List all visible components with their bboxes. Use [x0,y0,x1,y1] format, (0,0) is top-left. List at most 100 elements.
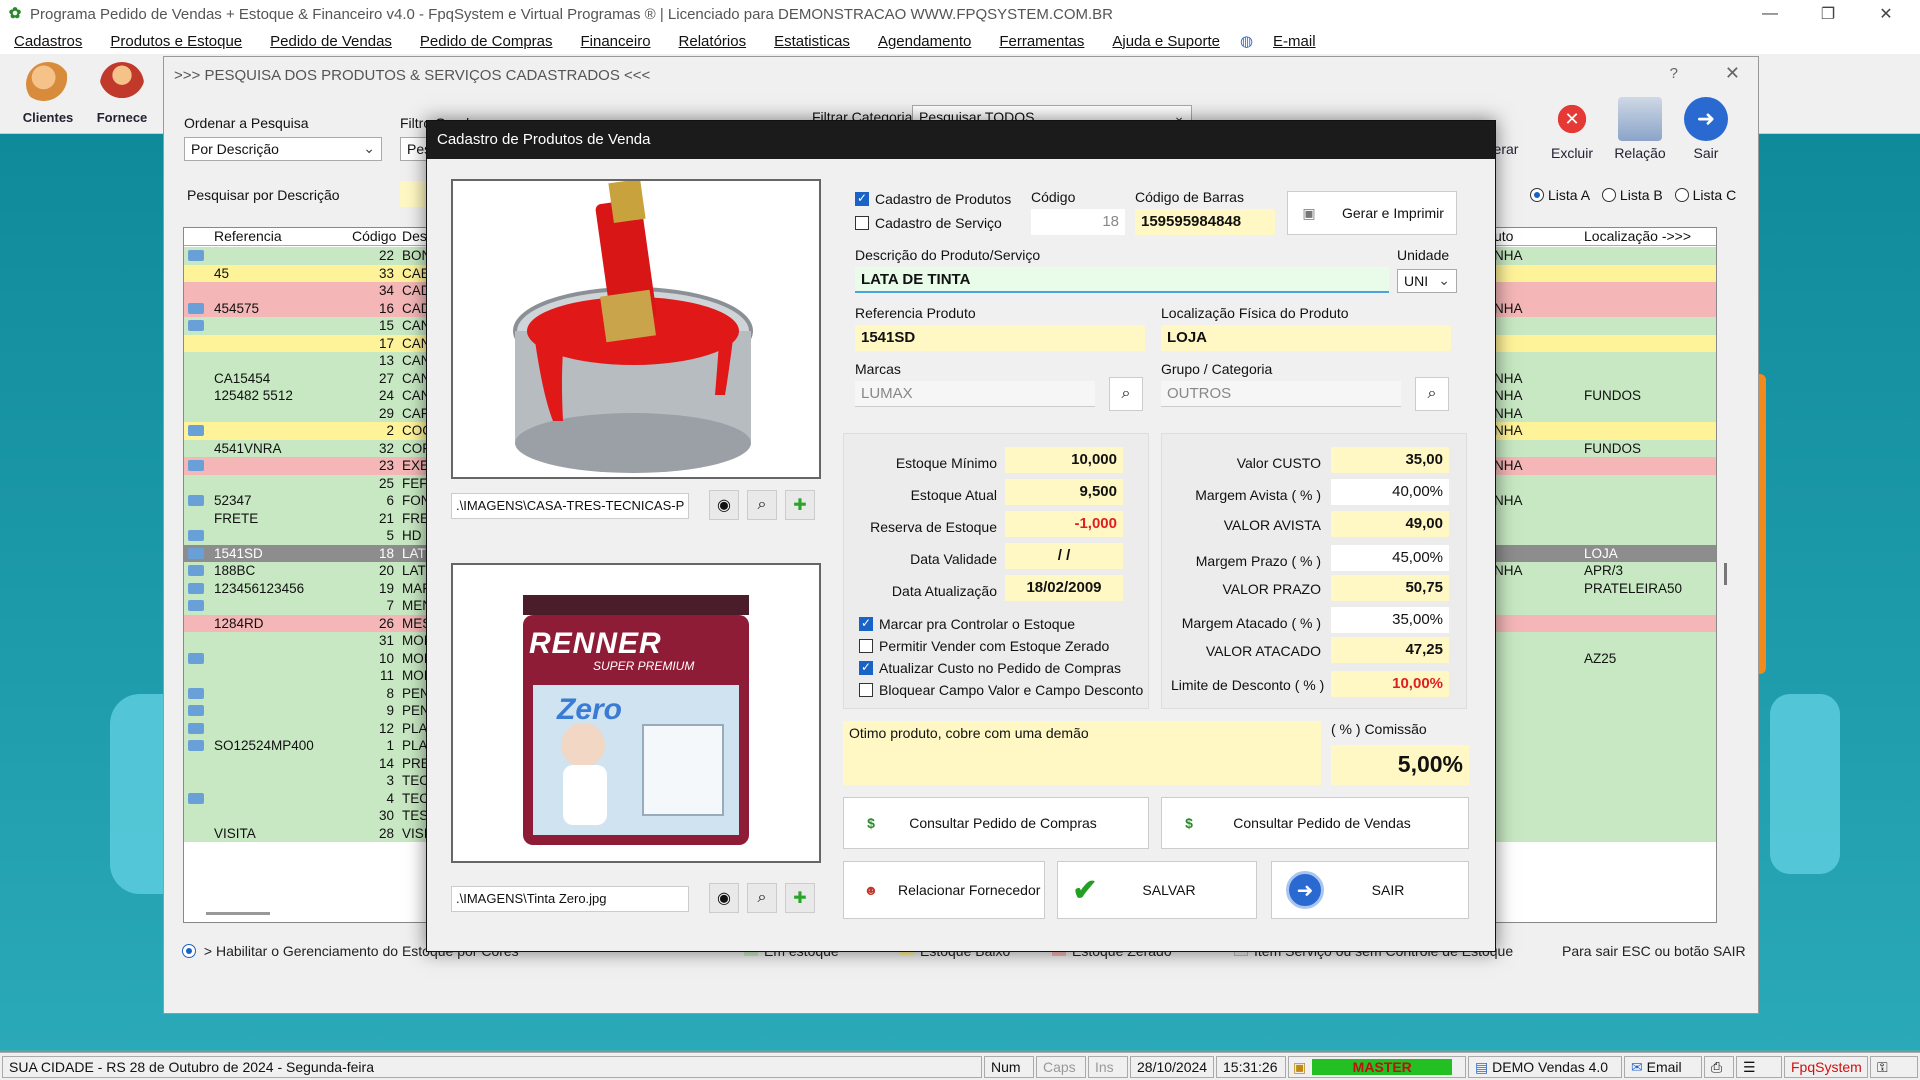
help-icon[interactable]: ? [1670,65,1678,82]
marcas-field[interactable]: LUMAX [855,381,1095,407]
close-button[interactable]: ✕ [1858,0,1914,28]
est-atual-field[interactable]: 9,500 [1005,479,1123,505]
menu-ferramentas[interactable]: Ferramentas [985,33,1098,50]
status-master: ▣ MASTER [1288,1056,1466,1078]
col-descricao[interactable]: Des [402,228,427,244]
custo-field[interactable]: 35,00 [1331,447,1449,473]
unidade-select[interactable]: UNI ⌄ [1397,269,1457,293]
cell-ref: 52347 [214,493,252,508]
cell-uni: NHA [1494,388,1523,403]
webcam-icon[interactable]: ◉ [709,490,739,520]
consultar-compras-button[interactable]: $ Consultar Pedido de Compras [843,797,1149,849]
excluir-button[interactable]: ✕ Excluir [1542,97,1602,161]
h-scrollbar[interactable] [206,912,270,915]
menu-pedido-compras[interactable]: Pedido de Compras [406,33,567,50]
menu-produtos[interactable]: Produtos e Estoque [96,33,256,50]
menu-agendamento[interactable]: Agendamento [864,33,985,50]
atualiz-field[interactable]: 18/02/2009 [1005,575,1123,601]
v-scrollbar-thumb[interactable] [1724,563,1727,585]
menu-financeiro[interactable]: Financeiro [567,33,665,50]
cell-cod: 25 [378,475,394,491]
cell-cod: 11 [379,668,394,683]
add-image-1-icon[interactable]: ✚ [785,490,815,520]
status-calc-icon[interactable]: ☰ [1736,1056,1782,1078]
codigo-field[interactable]: 18 [1031,209,1125,235]
barcode-field[interactable]: 159595984848 [1135,209,1275,235]
status-keys-icon[interactable]: ⚿ [1870,1056,1918,1078]
chk-vender-zerado[interactable]: Permitir Vender com Estoque Zerado [859,638,1109,654]
chk-bloquear-valor[interactable]: Bloquear Campo Valor e Campo Desconto [859,682,1143,698]
menu-cadastros[interactable]: Cadastros [0,33,96,50]
menu-relatorios[interactable]: Relatórios [665,33,761,50]
can-product-text: Zero [557,693,623,726]
cell-loc: PRATELEIRA50 [1584,580,1683,596]
clientes-button[interactable]: Clientes [18,62,78,125]
product-photo-icon [188,600,204,611]
minimize-button[interactable]: — [1742,0,1798,28]
status-print-icon[interactable]: ⎙ [1704,1056,1734,1078]
relacionar-fornecedor-button[interactable]: ☻ Relacionar Fornecedor [843,861,1045,919]
sair-button[interactable]: ➜ Sair [1676,97,1736,161]
product-register-dialog: Cadastro de Produtos de Venda .\IMAGENS\… [426,120,1496,952]
limite-desconto-field[interactable]: 10,00% [1331,671,1449,697]
chk-controlar-estoque[interactable]: Marcar pra Controlar o Estoque [859,616,1075,632]
col-unidade[interactable]: uto [1494,228,1513,244]
grupo-field[interactable]: OUTROS [1161,381,1401,407]
product-image-2[interactable]: RENNER SUPER PREMIUM Zero [451,563,821,863]
reserva-field[interactable]: -1,000 [1005,511,1123,537]
cell-loc: APR/3 [1584,563,1624,578]
margem-avista-field[interactable]: 40,00% [1331,479,1449,505]
status-email[interactable]: ✉ Email [1624,1056,1702,1078]
margem-prazo-field[interactable]: 45,00% [1331,545,1449,571]
desc-field[interactable]: LATA DE TINTA [855,267,1389,293]
lista-a-radio[interactable]: Lista A [1530,187,1590,203]
cell-ref: 4541VNRA [214,440,282,456]
product-image-1[interactable] [451,178,821,479]
valor-prazo-field[interactable]: 50,75 [1331,575,1449,601]
search-close-icon[interactable]: ✕ [1725,63,1740,84]
webcam-2-icon[interactable]: ◉ [709,883,739,913]
sair-dialog-button[interactable]: ➜ SAIR [1271,861,1469,919]
menu-estatisticas[interactable]: Estatisticas [760,33,864,50]
chk-atualizar-custo[interactable]: Atualizar Custo no Pedido de Compras [859,660,1121,676]
zoom-image-1-icon[interactable]: ⌕ [747,490,777,520]
image-2-path-input[interactable]: .\IMAGENS\Tinta Zero.jpg [451,886,689,912]
consultar-vendas-button[interactable]: $ Consultar Pedido de Vendas [1161,797,1469,849]
comissao-field[interactable]: 5,00% [1331,745,1469,785]
order-select[interactable]: Por Descrição ⌄ [184,137,382,161]
loc-field[interactable]: LOJA [1161,325,1451,351]
validade-field[interactable]: / / [1005,543,1123,569]
search-marcas-icon[interactable]: ⌕ [1109,377,1143,411]
zoom-image-2-icon[interactable]: ⌕ [747,883,777,913]
menu-ajuda[interactable]: Ajuda e Suporte [1098,33,1234,50]
gerar-imprimir-button[interactable]: ▣ Gerar e Imprimir [1287,191,1457,235]
menu-pedido-vendas[interactable]: Pedido de Vendas [256,33,406,50]
chk-cadastro-servico[interactable]: Cadastro de Serviço [855,215,1002,231]
menu-email[interactable]: E-mail [1259,33,1330,50]
ref-field[interactable]: 1541SD [855,325,1145,351]
relacao-button[interactable]: Relação [1610,97,1670,161]
menu-bar: Cadastros Produtos e Estoque Pedido de V… [0,28,1920,54]
margem-atacado-field[interactable]: 35,00% [1331,607,1449,633]
cell-cod: 18 [378,545,394,561]
search-grupo-icon[interactable]: ⌕ [1415,377,1449,411]
observation-textarea[interactable]: Otimo produto, cobre com uma demão [843,721,1321,785]
desc-search-label: Pesquisar por Descrição [187,187,340,203]
cell-uni: NHA [1494,493,1523,508]
valor-atacado-field[interactable]: 47,25 [1331,637,1449,663]
lista-c-radio[interactable]: Lista C [1674,187,1736,203]
help-globe-icon[interactable]: ◍ [1234,32,1259,50]
image-1-path-input[interactable]: .\IMAGENS\CASA-TRES-TECNICAS-P [451,493,689,519]
add-image-2-icon[interactable]: ✚ [785,883,815,913]
salvar-button[interactable]: ✔ SALVAR [1057,861,1257,919]
col-referencia[interactable]: Referencia [214,228,282,244]
col-codigo[interactable]: Código [352,228,396,244]
restore-button[interactable]: ❐ [1800,0,1856,28]
fornece-button[interactable]: Fornece [92,62,152,125]
lista-b-radio[interactable]: Lista B [1601,187,1663,203]
chk-cadastro-produtos[interactable]: Cadastro de Produtos [855,191,1011,207]
est-min-field[interactable]: 10,000 [1005,447,1123,473]
price-panel [1161,433,1467,709]
col-localizacao[interactable]: Localização ->>> [1584,228,1691,244]
valor-avista-field[interactable]: 49,00 [1331,511,1449,537]
